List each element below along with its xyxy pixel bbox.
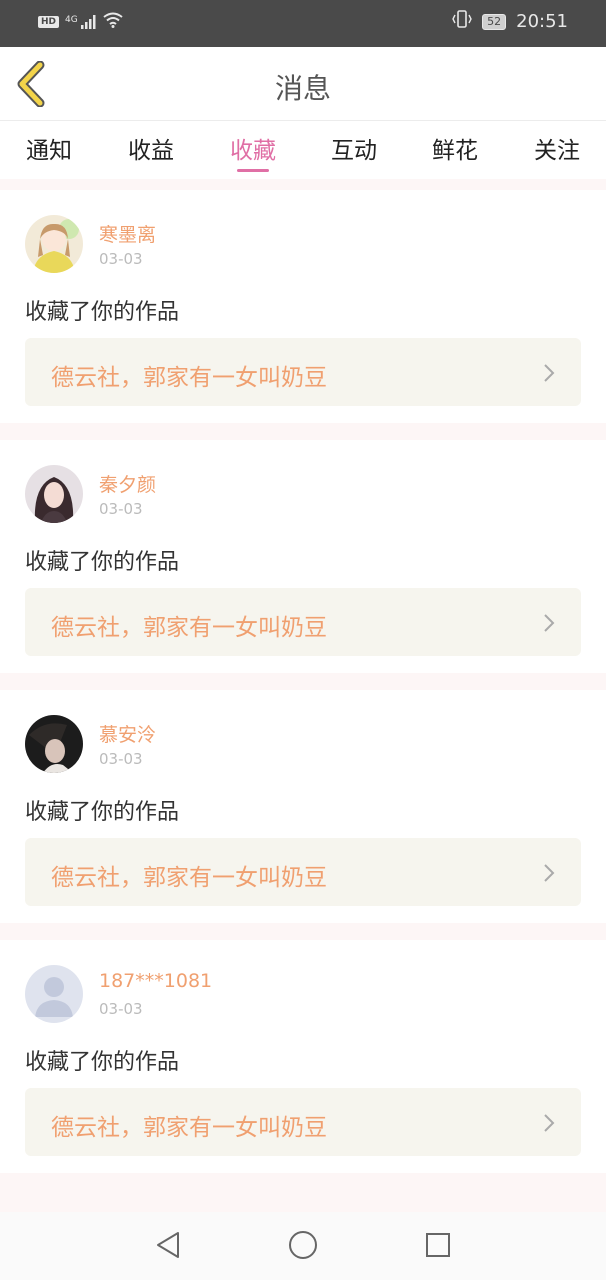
wifi-icon	[103, 12, 123, 31]
tab-label: 关注	[534, 138, 580, 164]
message-date: 03-03	[99, 500, 143, 518]
tab-label: 互动	[331, 138, 377, 164]
tab-favorites[interactable]: 收藏	[213, 131, 293, 172]
avatar[interactable]	[25, 715, 83, 773]
tab-label: 鲜花	[432, 138, 478, 164]
message-text: 收藏了你的作品	[25, 1050, 180, 1075]
work-link[interactable]: 德云社，郭家有一女叫奶豆	[25, 338, 581, 406]
status-bar: HD 4G 52 20:51	[0, 0, 606, 47]
signal-4g-icon: 4G	[65, 14, 97, 29]
avatar[interactable]	[25, 465, 83, 523]
app-header: 消息	[0, 47, 606, 121]
default-avatar-icon[interactable]	[25, 965, 83, 1023]
work-title: 德云社，郭家有一女叫奶豆	[51, 1115, 327, 1141]
hd-icon: HD	[38, 15, 60, 28]
triangle-back-icon	[154, 1232, 182, 1264]
system-nav-bar	[0, 1212, 606, 1280]
tab-interactions[interactable]: 互动	[314, 131, 394, 165]
chevron-right-icon	[543, 363, 555, 387]
message-text: 收藏了你的作品	[25, 550, 180, 575]
work-link[interactable]: 德云社，郭家有一女叫奶豆	[25, 838, 581, 906]
vibrate-icon	[452, 10, 472, 33]
work-title: 德云社，郭家有一女叫奶豆	[51, 615, 327, 641]
username[interactable]: 秦夕颜	[99, 470, 156, 497]
page-title: 消息	[274, 72, 331, 105]
tab-label: 收益	[128, 138, 174, 164]
nav-home-button[interactable]	[288, 1230, 318, 1264]
clock: 20:51	[516, 11, 568, 32]
work-link[interactable]: 德云社，郭家有一女叫奶豆	[25, 1088, 581, 1156]
nav-back-button[interactable]	[154, 1230, 182, 1264]
message-card: 秦夕颜 03-03 收藏了你的作品 德云社，郭家有一女叫奶豆	[0, 440, 606, 673]
username[interactable]: 慕安泠	[99, 720, 156, 747]
nav-recents-button[interactable]	[424, 1230, 452, 1264]
username[interactable]: 寒墨离	[99, 220, 156, 247]
work-title: 德云社，郭家有一女叫奶豆	[51, 365, 327, 391]
avatar[interactable]	[25, 215, 83, 273]
square-recents-icon	[424, 1233, 452, 1264]
tab-label: 通知	[26, 138, 72, 164]
message-text: 收藏了你的作品	[25, 300, 180, 325]
message-date: 03-03	[99, 750, 143, 768]
chevron-right-icon	[543, 863, 555, 887]
tab-following[interactable]: 关注	[517, 131, 597, 165]
tab-flowers[interactable]: 鲜花	[415, 131, 495, 165]
status-left: HD 4G	[38, 12, 123, 31]
chevron-right-icon	[543, 613, 555, 637]
status-right: 52 20:51	[452, 10, 568, 33]
message-card: 寒墨离 03-03 收藏了你的作品 德云社，郭家有一女叫奶豆	[0, 190, 606, 423]
message-card: 慕安泠 03-03 收藏了你的作品 德云社，郭家有一女叫奶豆	[0, 690, 606, 923]
tab-notifications[interactable]: 通知	[9, 131, 89, 165]
chevron-right-icon	[543, 1113, 555, 1137]
circle-home-icon	[288, 1231, 318, 1264]
message-date: 03-03	[99, 250, 143, 268]
active-tab-indicator	[237, 169, 269, 172]
network-label: 4G	[65, 14, 78, 25]
username[interactable]: 187***1081	[99, 970, 212, 992]
message-date: 03-03	[99, 1000, 143, 1018]
message-card: 187***1081 03-03 收藏了你的作品 德云社，郭家有一女叫奶豆	[0, 940, 606, 1173]
work-link[interactable]: 德云社，郭家有一女叫奶豆	[25, 588, 581, 656]
message-text: 收藏了你的作品	[25, 800, 180, 825]
tab-bar: 通知 收益 收藏 互动 鲜花 关注	[0, 121, 606, 179]
tab-earnings[interactable]: 收益	[111, 131, 191, 165]
battery-icon: 52	[482, 13, 507, 30]
work-title: 德云社，郭家有一女叫奶豆	[51, 865, 327, 891]
tab-label: 收藏	[230, 138, 276, 164]
